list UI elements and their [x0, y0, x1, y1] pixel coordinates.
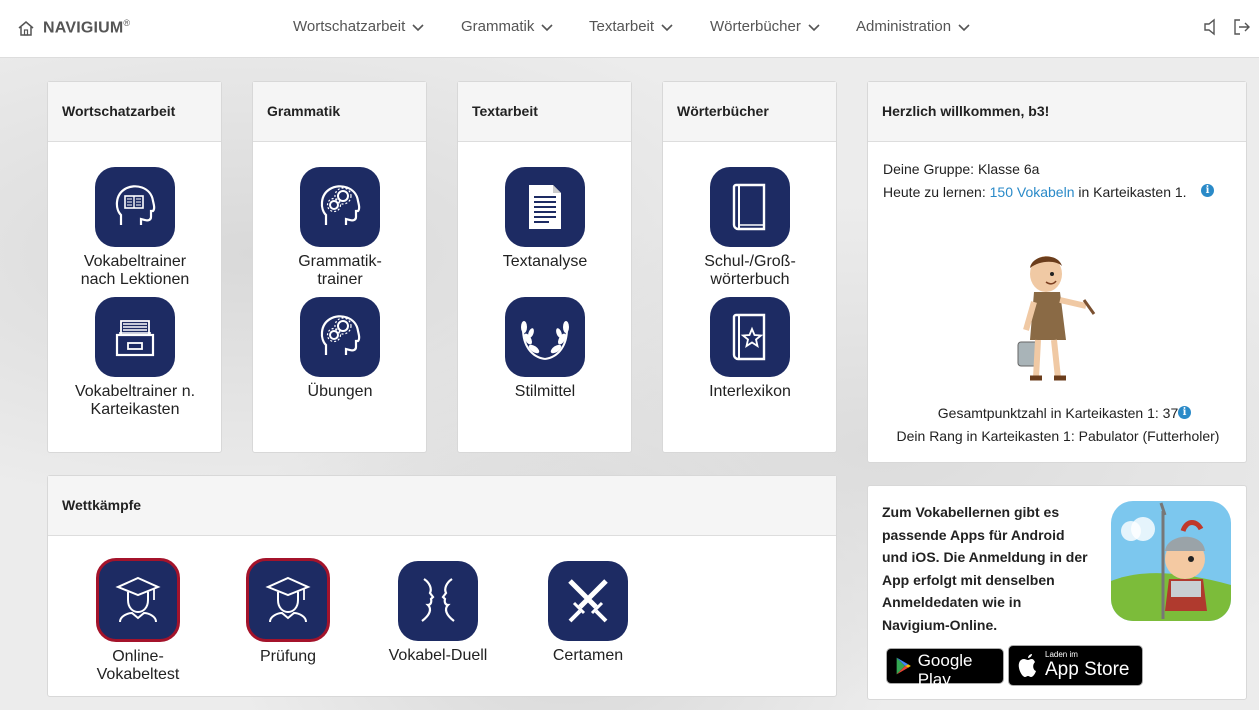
score-line: Gesamtpunktzahl in Karteikasten 1: 37	[937, 405, 1179, 421]
today-line: Heute zu lernen: 150 Vokabeln in Karteik…	[883, 184, 1187, 200]
head-gears-icon	[300, 297, 380, 377]
tile-vokabeltrainer-karteikasten[interactable]: Vokabeltrainer n. Karteikasten	[70, 297, 200, 419]
google-play-icon	[896, 657, 911, 675]
tile-label: Schul-/Groß-wörterbuch	[704, 253, 796, 288]
panel-textarbeit: Textarbeit Textanalyse Stilmittel	[457, 81, 632, 453]
tile-label: Übungen	[307, 383, 373, 400]
faces-icon	[398, 561, 478, 641]
chevron-down-icon	[808, 23, 820, 31]
tile-pruefung[interactable]: Prüfung	[223, 558, 353, 666]
tile-label: Prüfung	[259, 648, 317, 665]
tile-uebungen[interactable]: Übungen	[275, 297, 405, 401]
tile-label: Vokabeltrainer n. Karteikasten	[74, 383, 196, 418]
nav-administration[interactable]: Administration	[856, 18, 970, 35]
apple-icon	[1018, 653, 1036, 677]
card-box-icon	[95, 297, 175, 377]
tile-label: Vokabel-Duell	[388, 647, 488, 664]
brand[interactable]: NAVIGIUM®	[17, 18, 130, 38]
tile-label: Grammatik-trainer	[298, 253, 382, 288]
welcome-info: Deine Gruppe: Klasse 6a Heute zu lernen:…	[883, 158, 1187, 204]
top-navbar: NAVIGIUM® Wortschatzarbeit Grammatik Tex…	[0, 0, 1259, 58]
app-knight-image	[1111, 501, 1231, 621]
panel-title: Wortschatzarbeit	[48, 82, 221, 142]
tile-label: Stilmittel	[514, 383, 576, 400]
tile-certamen[interactable]: Certamen	[523, 561, 653, 665]
panel-apps: Zum Vokabellernen gibt es passende Apps …	[867, 485, 1247, 700]
welcome-title: Herzlich willkommen, b3!	[868, 82, 1246, 142]
laurel-icon	[505, 297, 585, 377]
nav-woerterbuecher[interactable]: Wörterbücher	[710, 18, 820, 35]
chevron-down-icon	[541, 23, 553, 31]
logout-icon[interactable]	[1233, 18, 1251, 36]
tile-grammatiktrainer[interactable]: Grammatik-trainer	[275, 167, 405, 289]
panel-title: Textarbeit	[458, 82, 631, 142]
home-icon	[18, 21, 34, 36]
tile-interlexikon[interactable]: Interlexikon	[685, 297, 815, 401]
info-icon[interactable]: i	[1178, 406, 1191, 419]
info-icon[interactable]: i	[1201, 184, 1214, 197]
nav-grammatik[interactable]: Grammatik	[461, 18, 553, 35]
mascot-boy-image	[1017, 256, 1096, 381]
book-icon	[710, 167, 790, 247]
rank-line: Dein Rang in Karteikasten 1: Pabulator (…	[896, 428, 1220, 444]
tile-label: Vokabeltrainer nach Lektionen	[80, 253, 190, 288]
app-store-button[interactable]: Laden im App Store	[1008, 645, 1143, 686]
head-book-icon	[95, 167, 175, 247]
tile-online-vokabeltest[interactable]: Online- Vokabeltest	[73, 558, 203, 684]
tile-schulwoerterbuch[interactable]: Schul-/Groß-wörterbuch	[685, 167, 815, 289]
tile-label: Online- Vokabeltest	[96, 648, 180, 683]
today-vocab-link[interactable]: 150 Vokabeln	[990, 184, 1075, 200]
panel-title: Grammatik	[253, 82, 426, 142]
chevron-down-icon	[958, 23, 970, 31]
nav-wortschatzarbeit[interactable]: Wortschatzarbeit	[293, 18, 424, 35]
group-label: Deine Gruppe: Klasse 6a	[883, 161, 1040, 177]
tile-stilmittel[interactable]: Stilmittel	[480, 297, 610, 401]
star-book-icon	[710, 297, 790, 377]
nav-textarbeit[interactable]: Textarbeit	[589, 18, 673, 35]
panel-grammatik: Grammatik Grammatik-trainer Übungen	[252, 81, 427, 453]
panel-woerterbuecher: Wörterbücher Schul-/Groß-wörterbuch Inte…	[662, 81, 837, 453]
panel-wortschatzarbeit: Wortschatzarbeit Vokabeltrainer nach Lekt…	[47, 81, 222, 453]
panel-welcome: Herzlich willkommen, b3! Deine Gruppe: K…	[867, 81, 1247, 463]
graduate-icon	[96, 558, 180, 642]
tile-label: Textanalyse	[502, 253, 588, 270]
speaker-icon[interactable]	[1203, 18, 1219, 36]
tile-label: Interlexikon	[709, 383, 791, 400]
document-icon	[505, 167, 585, 247]
crossed-swords-icon	[548, 561, 628, 641]
head-gears-icon	[300, 167, 380, 247]
chevron-down-icon	[412, 23, 424, 31]
tile-vokabeltrainer-lektionen[interactable]: Vokabeltrainer nach Lektionen	[70, 167, 200, 289]
panel-wettkaempfe: Wettkämpfe Online- Vokabeltest Prüfung V…	[47, 475, 837, 697]
graduate-icon	[246, 558, 330, 642]
brand-name: NAVIGIUM®	[43, 18, 131, 37]
google-play-button[interactable]: APP ERHÄLTLICH BEI Google Play	[886, 643, 1004, 689]
tile-textanalyse[interactable]: Textanalyse	[480, 167, 610, 271]
panel-title: Wörterbücher	[663, 82, 836, 142]
tile-label: Certamen	[552, 647, 624, 664]
chevron-down-icon	[661, 23, 673, 31]
apps-text: Zum Vokabellernen gibt es passende Apps …	[882, 504, 1088, 633]
panel-title: Wettkämpfe	[48, 476, 836, 536]
tile-vokabel-duell[interactable]: Vokabel-Duell	[373, 561, 503, 665]
